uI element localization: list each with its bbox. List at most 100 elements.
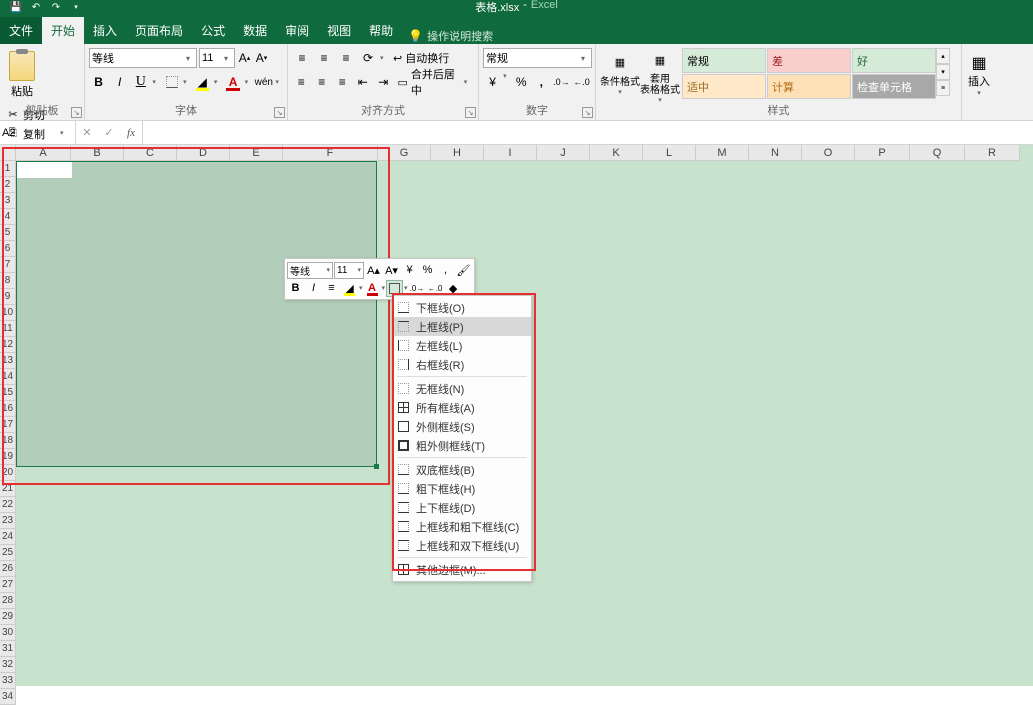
- row-header-22[interactable]: 22: [0, 497, 16, 513]
- row-header-21[interactable]: 21: [0, 481, 16, 497]
- row-header-15[interactable]: 15: [0, 385, 16, 401]
- tab-help[interactable]: 帮助: [360, 17, 402, 44]
- col-header-Q[interactable]: Q: [910, 145, 965, 161]
- mini-bold[interactable]: B: [287, 280, 304, 297]
- select-all-corner[interactable]: [0, 145, 16, 161]
- col-header-D[interactable]: D: [177, 145, 230, 161]
- underline-button[interactable]: U: [131, 72, 150, 92]
- worksheet-grid[interactable]: 等线▾ 11▾ A▴ A▾ ¥ % , 🖌 B I ≡ ◢ ▾ A ▾ ▾ .0…: [16, 161, 1033, 686]
- orientation-dropdown[interactable]: ▾: [380, 54, 388, 62]
- col-header-R[interactable]: R: [965, 145, 1020, 161]
- col-header-F[interactable]: F: [283, 145, 378, 161]
- mini-fill-dropdown[interactable]: ▾: [359, 284, 363, 292]
- accounting-dropdown[interactable]: ▾: [503, 72, 511, 92]
- redo-icon[interactable]: ↷: [48, 0, 64, 14]
- cell-style-check[interactable]: 检查单元格: [852, 74, 936, 99]
- merge-center-button[interactable]: ▭合并后居中▾: [395, 72, 474, 92]
- row-header-5[interactable]: 5: [0, 225, 16, 241]
- orientation-button[interactable]: ⟳: [358, 48, 378, 68]
- mini-align[interactable]: ≡: [323, 280, 340, 297]
- col-header-L[interactable]: L: [643, 145, 696, 161]
- number-format-combo[interactable]: 常规▾: [483, 48, 592, 68]
- cell-style-calc[interactable]: 计算: [767, 74, 851, 99]
- border-button[interactable]: [162, 72, 181, 92]
- row-header-30[interactable]: 30: [0, 625, 16, 641]
- insert-cells-button[interactable]: ▦ 插入 ▾: [966, 46, 992, 104]
- menu-border-top[interactable]: 上框线(P): [393, 317, 531, 336]
- increase-font-button[interactable]: A▴: [237, 48, 252, 68]
- enter-formula-button[interactable]: ✓: [98, 126, 120, 139]
- tell-me-search[interactable]: 💡 操作说明搜索: [408, 28, 493, 44]
- mini-format-painter[interactable]: 🖌: [455, 262, 472, 279]
- mini-inc-decimal[interactable]: .0→: [409, 280, 426, 297]
- mini-accounting[interactable]: ¥: [401, 262, 418, 279]
- font-name-combo[interactable]: 等线▾: [89, 48, 197, 68]
- cell-style-good[interactable]: 好: [852, 48, 936, 73]
- accounting-format-button[interactable]: ¥: [483, 72, 502, 92]
- row-header-20[interactable]: 20: [0, 465, 16, 481]
- cell-style-neutral[interactable]: 适中: [682, 74, 766, 99]
- tab-view[interactable]: 视图: [318, 17, 360, 44]
- row-header-16[interactable]: 16: [0, 401, 16, 417]
- insert-function-button[interactable]: fx: [120, 127, 142, 139]
- formula-input[interactable]: [143, 121, 1033, 144]
- border-dropdown[interactable]: ▾: [183, 78, 191, 86]
- chevron-down-icon[interactable]: ▾: [577, 54, 589, 63]
- number-dialog-launcher[interactable]: ↘: [582, 107, 593, 118]
- phonetic-dropdown[interactable]: ▾: [275, 78, 283, 86]
- tab-data[interactable]: 数据: [234, 17, 276, 44]
- decrease-decimal-button[interactable]: ←.0: [572, 72, 591, 92]
- mini-border-dropdown[interactable]: ▾: [404, 284, 408, 292]
- col-header-O[interactable]: O: [802, 145, 855, 161]
- row-header-6[interactable]: 6: [0, 241, 16, 257]
- col-header-C[interactable]: C: [124, 145, 177, 161]
- row-header-18[interactable]: 18: [0, 433, 16, 449]
- row-header-17[interactable]: 17: [0, 417, 16, 433]
- chevron-down-icon[interactable]: ▾: [182, 54, 194, 63]
- align-top-button[interactable]: ≡: [292, 48, 312, 68]
- mini-size-combo[interactable]: 11▾: [334, 262, 364, 279]
- style-gallery-up[interactable]: ▴: [936, 48, 950, 64]
- col-header-E[interactable]: E: [230, 145, 283, 161]
- menu-border-bottom[interactable]: 下框线(O): [393, 298, 531, 317]
- style-gallery-more[interactable]: ≡: [936, 80, 950, 96]
- col-header-A[interactable]: A: [16, 145, 71, 161]
- cell-style-bad[interactable]: 差: [767, 48, 851, 73]
- row-header-14[interactable]: 14: [0, 369, 16, 385]
- mini-dec-decimal[interactable]: ←.0: [427, 280, 444, 297]
- fill-handle[interactable]: [374, 464, 379, 469]
- col-header-J[interactable]: J: [537, 145, 590, 161]
- menu-border-top-bottom[interactable]: 上下框线(D): [393, 498, 531, 517]
- row-header-4[interactable]: 4: [0, 209, 16, 225]
- row-header-11[interactable]: 11: [0, 321, 16, 337]
- menu-border-top-double-bottom[interactable]: 上框线和双下框线(U): [393, 536, 531, 555]
- mini-decrease-font[interactable]: A▾: [383, 262, 400, 279]
- col-header-B[interactable]: B: [71, 145, 124, 161]
- align-right-button[interactable]: ≡: [333, 72, 352, 92]
- italic-button[interactable]: I: [110, 72, 129, 92]
- row-header-33[interactable]: 33: [0, 673, 16, 689]
- menu-border-right[interactable]: 右框线(R): [393, 355, 531, 374]
- qat-customize-icon[interactable]: ▾: [68, 0, 84, 14]
- comma-button[interactable]: ,: [532, 72, 551, 92]
- row-header-27[interactable]: 27: [0, 577, 16, 593]
- row-header-8[interactable]: 8: [0, 273, 16, 289]
- tab-formulas[interactable]: 公式: [192, 17, 234, 44]
- row-header-9[interactable]: 9: [0, 289, 16, 305]
- mini-comma[interactable]: ,: [437, 262, 454, 279]
- col-header-G[interactable]: G: [378, 145, 431, 161]
- mini-font-color-dropdown[interactable]: ▾: [382, 284, 386, 292]
- row-header-10[interactable]: 10: [0, 305, 16, 321]
- col-header-P[interactable]: P: [855, 145, 910, 161]
- style-gallery-down[interactable]: ▾: [936, 64, 950, 80]
- col-header-I[interactable]: I: [484, 145, 537, 161]
- increase-indent-button[interactable]: ⇥: [374, 72, 393, 92]
- align-left-button[interactable]: ≡: [292, 72, 311, 92]
- increase-decimal-button[interactable]: .0→: [552, 72, 571, 92]
- row-header-23[interactable]: 23: [0, 513, 16, 529]
- menu-border-all[interactable]: 所有框线(A): [393, 398, 531, 417]
- mini-font-combo[interactable]: 等线▾: [287, 262, 333, 279]
- row-header-28[interactable]: 28: [0, 593, 16, 609]
- decrease-font-button[interactable]: A▾: [254, 48, 269, 68]
- fill-color-button[interactable]: ◢: [193, 72, 212, 92]
